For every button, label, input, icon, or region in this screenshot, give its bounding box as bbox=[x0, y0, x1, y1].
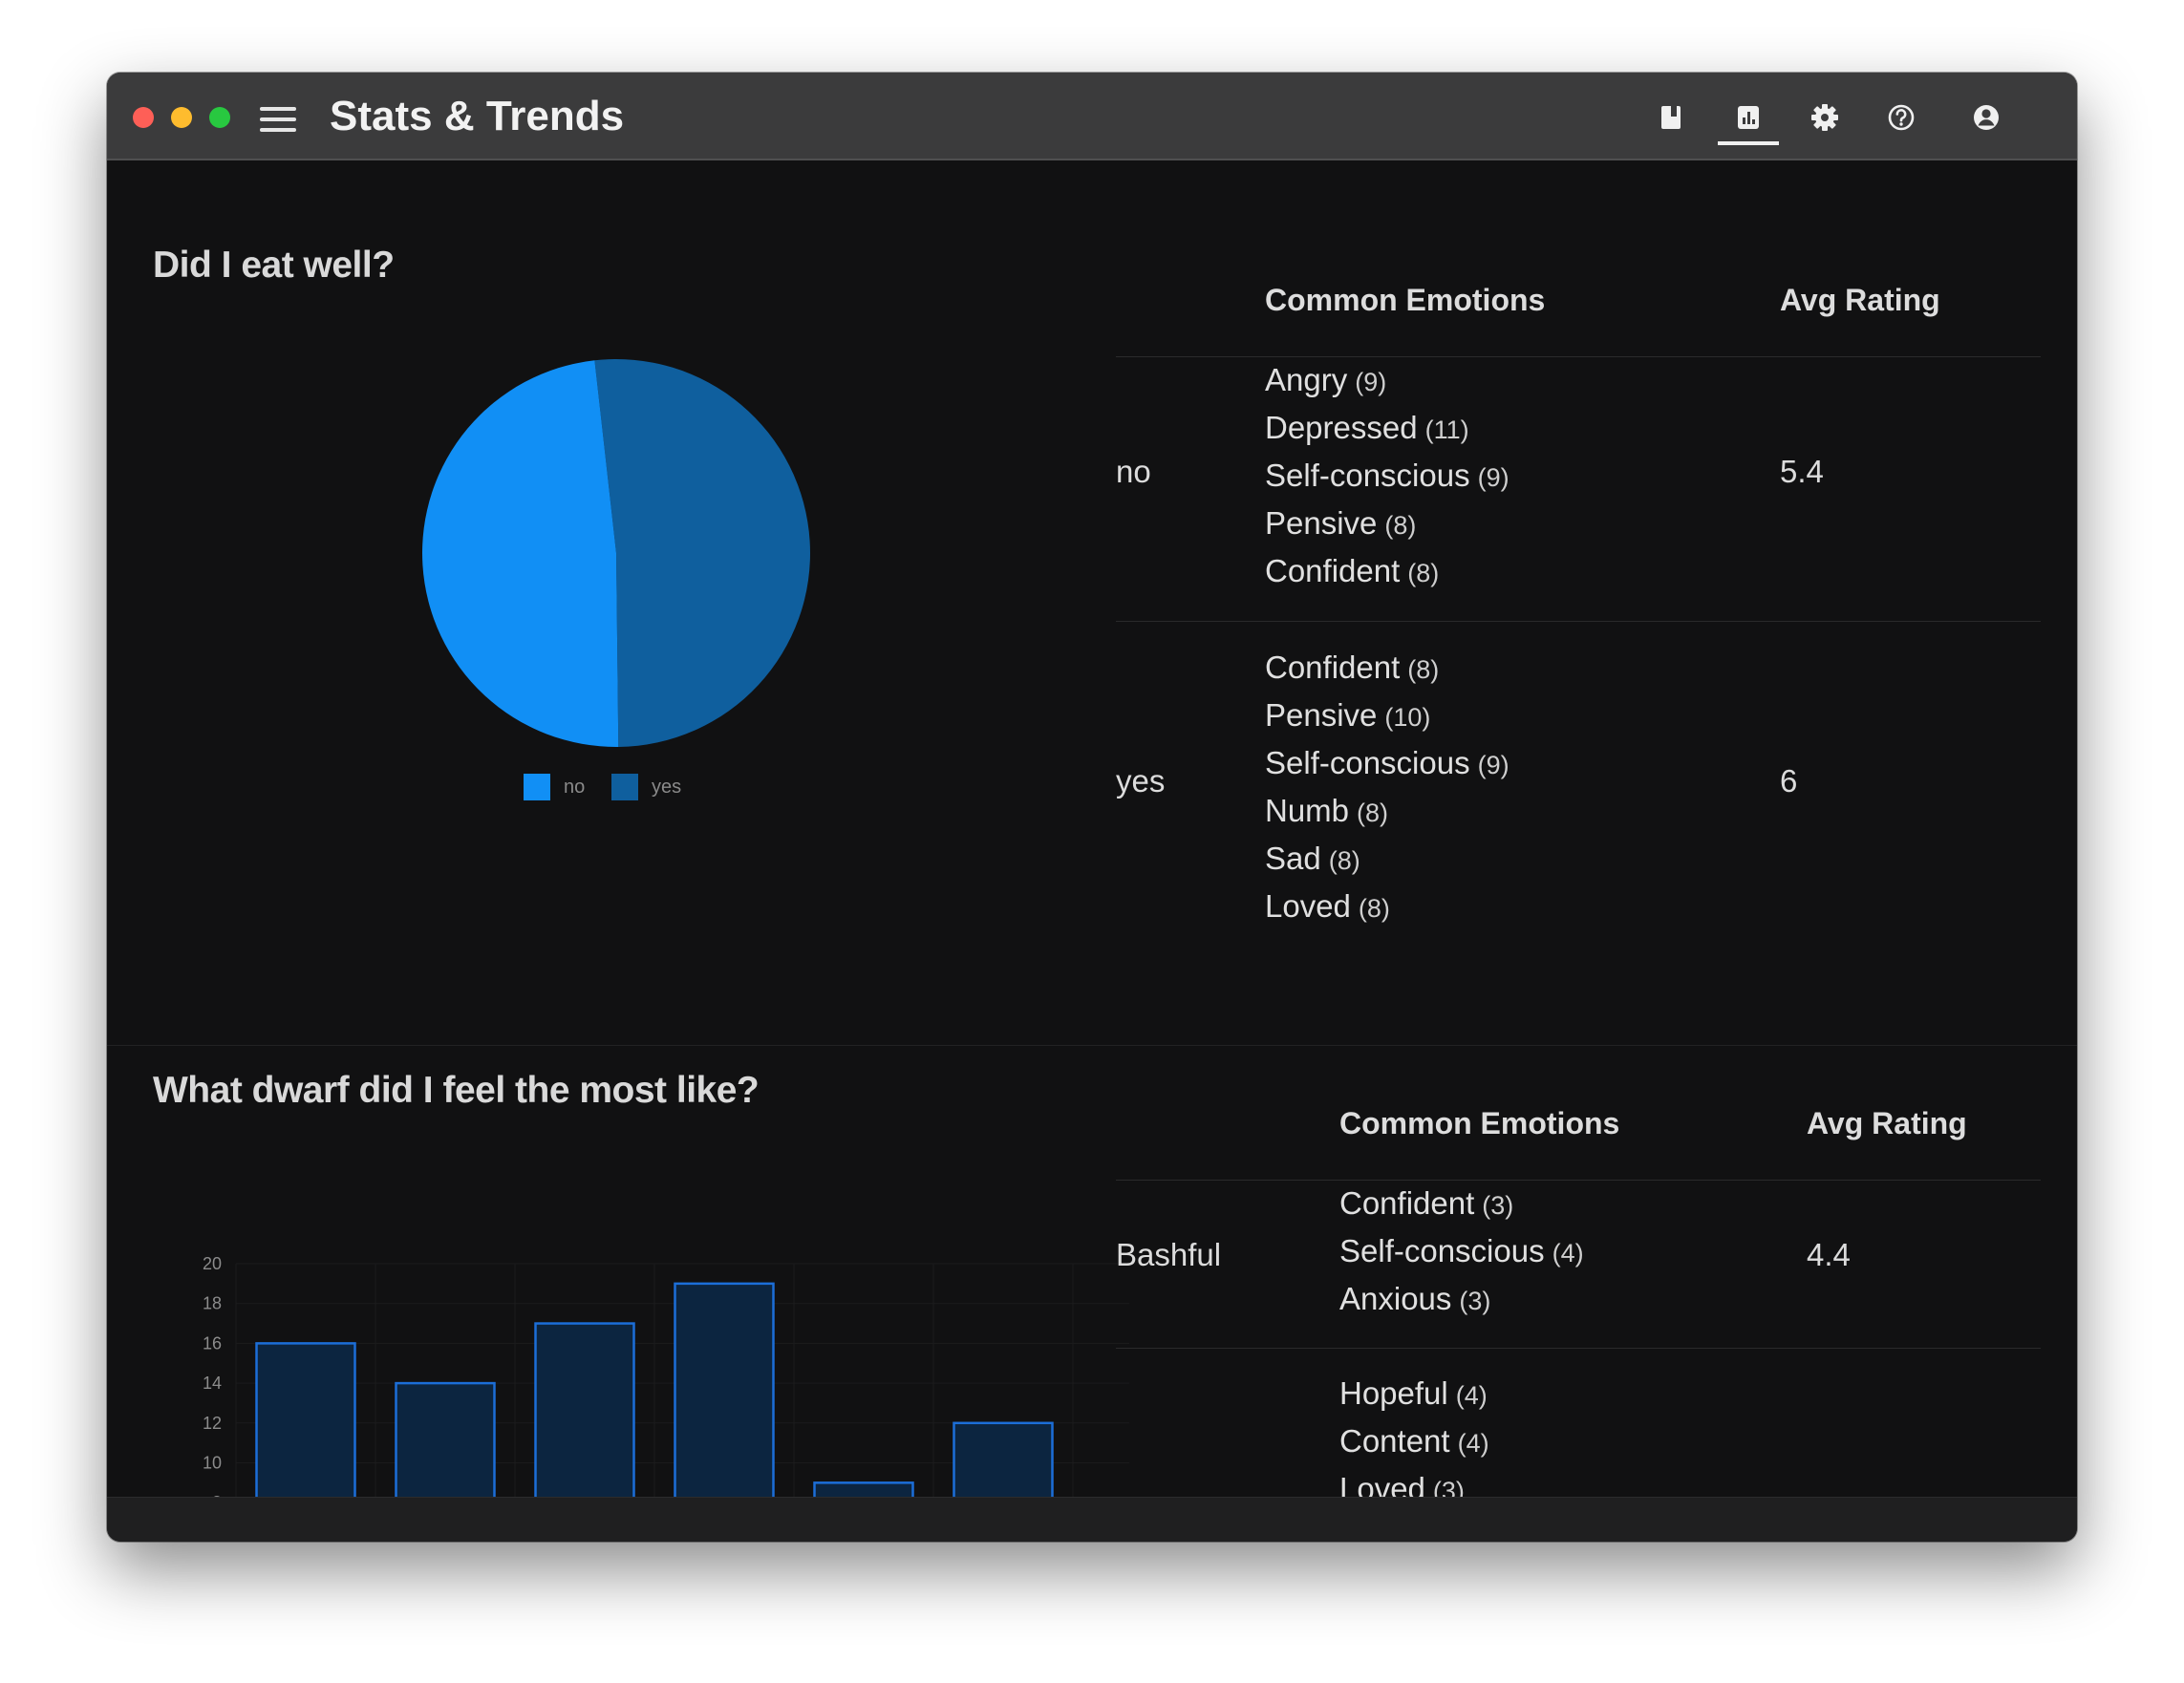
active-tab-indicator bbox=[1718, 141, 1779, 145]
avg-rating-yes: 6 bbox=[1780, 763, 1798, 799]
bar-chart: 2468101214161820 bbox=[203, 1254, 1129, 1542]
emotion-item: Angry (9) bbox=[1265, 362, 1387, 397]
hamburger-menu-icon[interactable] bbox=[260, 107, 296, 132]
section-divider bbox=[107, 1045, 2077, 1046]
journal-icon[interactable] bbox=[1655, 101, 1687, 134]
emotion-item: Confident (3) bbox=[1339, 1185, 1514, 1221]
help-icon[interactable] bbox=[1885, 101, 1917, 134]
section-title-eat-well: Did I eat well? bbox=[153, 245, 395, 286]
table-row-divider bbox=[1116, 621, 2041, 622]
chart-icon[interactable] bbox=[1732, 101, 1765, 134]
page-title: Stats & Trends bbox=[330, 93, 625, 139]
table-row-divider bbox=[1116, 1348, 2041, 1349]
legend-label-yes: yes bbox=[652, 777, 682, 798]
emotion-item: Pensive (8) bbox=[1265, 505, 1417, 541]
table-header-common-emotions: Common Emotions bbox=[1339, 1106, 1620, 1140]
emotion-item: Self-conscious (9) bbox=[1265, 458, 1510, 493]
content-area[interactable]: Did I eat well? no yes Common Emotions A… bbox=[107, 160, 2077, 1542]
row-label-bashful: Bashful bbox=[1116, 1237, 1222, 1272]
close-window-button[interactable] bbox=[133, 107, 154, 128]
app-window: Stats & Trends Did I eat well? no yes Co… bbox=[107, 73, 2077, 1542]
status-bar bbox=[107, 1497, 2077, 1542]
title-bar: Stats & Trends bbox=[107, 73, 2077, 160]
emotion-item: Numb (8) bbox=[1265, 793, 1389, 828]
y-tick-label: 10 bbox=[203, 1454, 222, 1473]
avg-rating-bashful: 4.4 bbox=[1807, 1237, 1851, 1272]
emotion-item: Hopeful (4) bbox=[1339, 1375, 1488, 1411]
emotion-item: Depressed (11) bbox=[1265, 410, 1469, 445]
emotion-list-next: Hopeful (4) Content (4) Loved (3) bbox=[1339, 1370, 1489, 1513]
y-tick-label: 20 bbox=[203, 1254, 222, 1273]
avg-rating-no: 5.4 bbox=[1780, 454, 1824, 489]
legend-label-no: no bbox=[564, 777, 586, 798]
section-title-dwarf: What dwarf did I feel the most like? bbox=[153, 1070, 760, 1111]
emotion-item: Content (4) bbox=[1339, 1423, 1489, 1459]
legend-swatch-yes bbox=[611, 774, 638, 800]
table-header-divider bbox=[1116, 356, 2041, 357]
gear-icon[interactable] bbox=[1809, 101, 1841, 134]
emotion-item: Pensive (10) bbox=[1265, 697, 1431, 733]
emotion-list-bashful: Confident (3) Self-conscious (4) Anxious (3… bbox=[1339, 1180, 1584, 1323]
pie-slice-no bbox=[422, 360, 619, 747]
emotion-item: Confident (8) bbox=[1265, 650, 1440, 685]
pie-slice-yes bbox=[594, 358, 811, 747]
y-tick-label: 14 bbox=[203, 1374, 222, 1393]
account-icon[interactable] bbox=[1970, 101, 2002, 134]
emotion-item: Loved (8) bbox=[1265, 888, 1390, 924]
emotion-list-no: Angry (9) Depressed (11) Self-conscious (9)… bbox=[1265, 356, 1510, 595]
table-header-avg-rating: Avg Rating bbox=[1807, 1106, 1967, 1140]
table-header-avg-rating: Avg Rating bbox=[1780, 283, 1940, 317]
y-tick-label: 18 bbox=[203, 1294, 222, 1313]
table-header-common-emotions: Common Emotions bbox=[1265, 283, 1546, 317]
minimize-window-button[interactable] bbox=[171, 107, 192, 128]
emotion-item: Anxious (3) bbox=[1339, 1281, 1491, 1316]
emotion-item: Confident (8) bbox=[1265, 553, 1440, 588]
y-tick-label: 16 bbox=[203, 1333, 222, 1353]
row-label-no: no bbox=[1116, 454, 1151, 489]
row-label-yes: yes bbox=[1116, 763, 1166, 799]
emotion-item: Sad (8) bbox=[1265, 841, 1360, 876]
legend-swatch-no bbox=[524, 774, 550, 800]
zoom-window-button[interactable] bbox=[209, 107, 230, 128]
y-tick-label: 12 bbox=[203, 1414, 222, 1433]
pie-chart bbox=[422, 358, 811, 747]
emotion-item: Self-conscious (9) bbox=[1265, 745, 1510, 780]
emotion-list-yes: Confident (8) Pensive (10) Self-conscious(… bbox=[1265, 644, 1510, 930]
emotion-item: Self-conscious (4) bbox=[1339, 1233, 1584, 1268]
